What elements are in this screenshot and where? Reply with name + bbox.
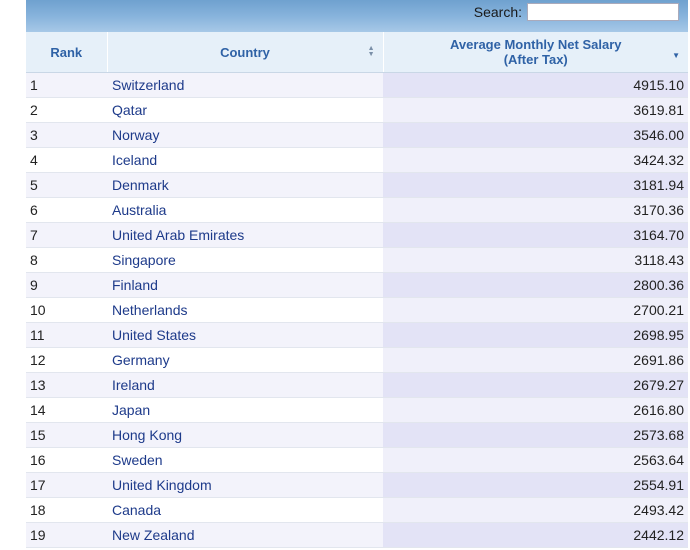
rank-cell: 15 [26, 422, 107, 448]
search-label: Search: [473, 4, 522, 20]
salary-cell: 2679.27 [383, 372, 688, 398]
table-row: 16 Sweden 2563.64 [26, 447, 688, 473]
rank-cell: 16 [26, 447, 107, 473]
country-cell: Switzerland [107, 72, 383, 98]
salary-cell: 4915.10 [383, 72, 688, 98]
table-row: 6 Australia 3170.36 [26, 197, 688, 223]
rank-cell: 14 [26, 397, 107, 423]
salary-cell: 2442.12 [383, 522, 688, 548]
rank-cell: 2 [26, 97, 107, 123]
table-body: 1 Switzerland 4915.10 2 Qatar 3619.81 3 Norway 3… [26, 72, 688, 548]
rank-cell: 3 [26, 122, 107, 148]
country-cell: Japan [107, 397, 383, 423]
rank-cell: 1 [26, 72, 107, 98]
salary-table-widget: Search: Rank Country ▲ ▼ Average Monthly … [26, 0, 688, 548]
country-cell: Netherlands [107, 297, 383, 323]
country-cell: Sweden [107, 447, 383, 473]
salary-cell: 3181.94 [383, 172, 688, 198]
rank-cell: 6 [26, 197, 107, 223]
salary-cell: 2493.42 [383, 497, 688, 523]
country-cell: Ireland [107, 372, 383, 398]
salary-cell: 3424.32 [383, 147, 688, 173]
table-row: 1 Switzerland 4915.10 [26, 72, 688, 98]
rank-cell: 7 [26, 222, 107, 248]
table-row: 18 Canada 2493.42 [26, 497, 688, 523]
table-row: 3 Norway 3546.00 [26, 122, 688, 148]
table-row: 10 Netherlands 2700.21 [26, 297, 688, 323]
salary-cell: 2800.36 [383, 272, 688, 298]
country-cell: Canada [107, 497, 383, 523]
table-row: 2 Qatar 3619.81 [26, 97, 688, 123]
table-row: 4 Iceland 3424.32 [26, 147, 688, 173]
country-cell: Qatar [107, 97, 383, 123]
rank-cell: 12 [26, 347, 107, 373]
table-row: 19 New Zealand 2442.12 [26, 522, 688, 548]
country-cell: United Kingdom [107, 472, 383, 498]
country-cell: United States [107, 322, 383, 348]
country-cell: Finland [107, 272, 383, 298]
salary-cell: 3619.81 [383, 97, 688, 123]
column-header-country[interactable]: Country ▲ ▼ [106, 32, 383, 73]
rank-cell: 17 [26, 472, 107, 498]
column-header-salary-label-line2: (After Tax) [503, 52, 568, 67]
search-input[interactable] [527, 3, 679, 21]
table-row: 15 Hong Kong 2573.68 [26, 422, 688, 448]
rank-cell: 13 [26, 372, 107, 398]
table-row: 9 Finland 2800.36 [26, 272, 688, 298]
salary-cell: 2698.95 [383, 322, 688, 348]
column-header-rank-label: Rank [50, 44, 83, 60]
country-cell: Singapore [107, 247, 383, 273]
rank-cell: 11 [26, 322, 107, 348]
column-header-salary-label-line1: Average Monthly Net Salary [450, 37, 622, 52]
sort-descending-icon: ▼ [672, 51, 680, 60]
country-cell: New Zealand [107, 522, 383, 548]
salary-table: Rank Country ▲ ▼ Average Monthly Net Sala… [26, 32, 688, 548]
salary-cell: 2573.68 [383, 422, 688, 448]
column-header-salary[interactable]: Average Monthly Net Salary (After Tax) ▼ [382, 32, 688, 73]
table-row: 17 United Kingdom 2554.91 [26, 472, 688, 498]
salary-cell: 3546.00 [383, 122, 688, 148]
rank-cell: 18 [26, 497, 107, 523]
country-cell: Norway [107, 122, 383, 148]
country-cell: Iceland [107, 147, 383, 173]
table-header-row: Rank Country ▲ ▼ Average Monthly Net Sala… [26, 32, 688, 73]
table-row: 7 United Arab Emirates 3164.70 [26, 222, 688, 248]
table-row: 14 Japan 2616.80 [26, 397, 688, 423]
column-header-country-label: Country [220, 44, 270, 60]
salary-cell: 2691.86 [383, 347, 688, 373]
country-cell: United Arab Emirates [107, 222, 383, 248]
table-row: 8 Singapore 3118.43 [26, 247, 688, 273]
table-row: 5 Denmark 3181.94 [26, 172, 688, 198]
rank-cell: 5 [26, 172, 107, 198]
rank-cell: 9 [26, 272, 107, 298]
rank-cell: 19 [26, 522, 107, 548]
column-header-rank[interactable]: Rank [26, 32, 107, 73]
salary-cell: 2554.91 [383, 472, 688, 498]
table-row: 11 United States 2698.95 [26, 322, 688, 348]
country-cell: Hong Kong [107, 422, 383, 448]
country-cell: Germany [107, 347, 383, 373]
salary-cell: 3170.36 [383, 197, 688, 223]
salary-cell: 2563.64 [383, 447, 688, 473]
country-cell: Denmark [107, 172, 383, 198]
salary-cell: 3118.43 [383, 247, 688, 273]
country-cell: Australia [107, 197, 383, 223]
salary-cell: 2616.80 [383, 397, 688, 423]
salary-cell: 2700.21 [383, 297, 688, 323]
table-toolbar: Search: [26, 0, 688, 32]
rank-cell: 10 [26, 297, 107, 323]
rank-cell: 8 [26, 247, 107, 273]
salary-cell: 3164.70 [383, 222, 688, 248]
sort-both-icon: ▲ ▼ [367, 45, 375, 58]
rank-cell: 4 [26, 147, 107, 173]
table-row: 13 Ireland 2679.27 [26, 372, 688, 398]
table-row: 12 Germany 2691.86 [26, 347, 688, 373]
